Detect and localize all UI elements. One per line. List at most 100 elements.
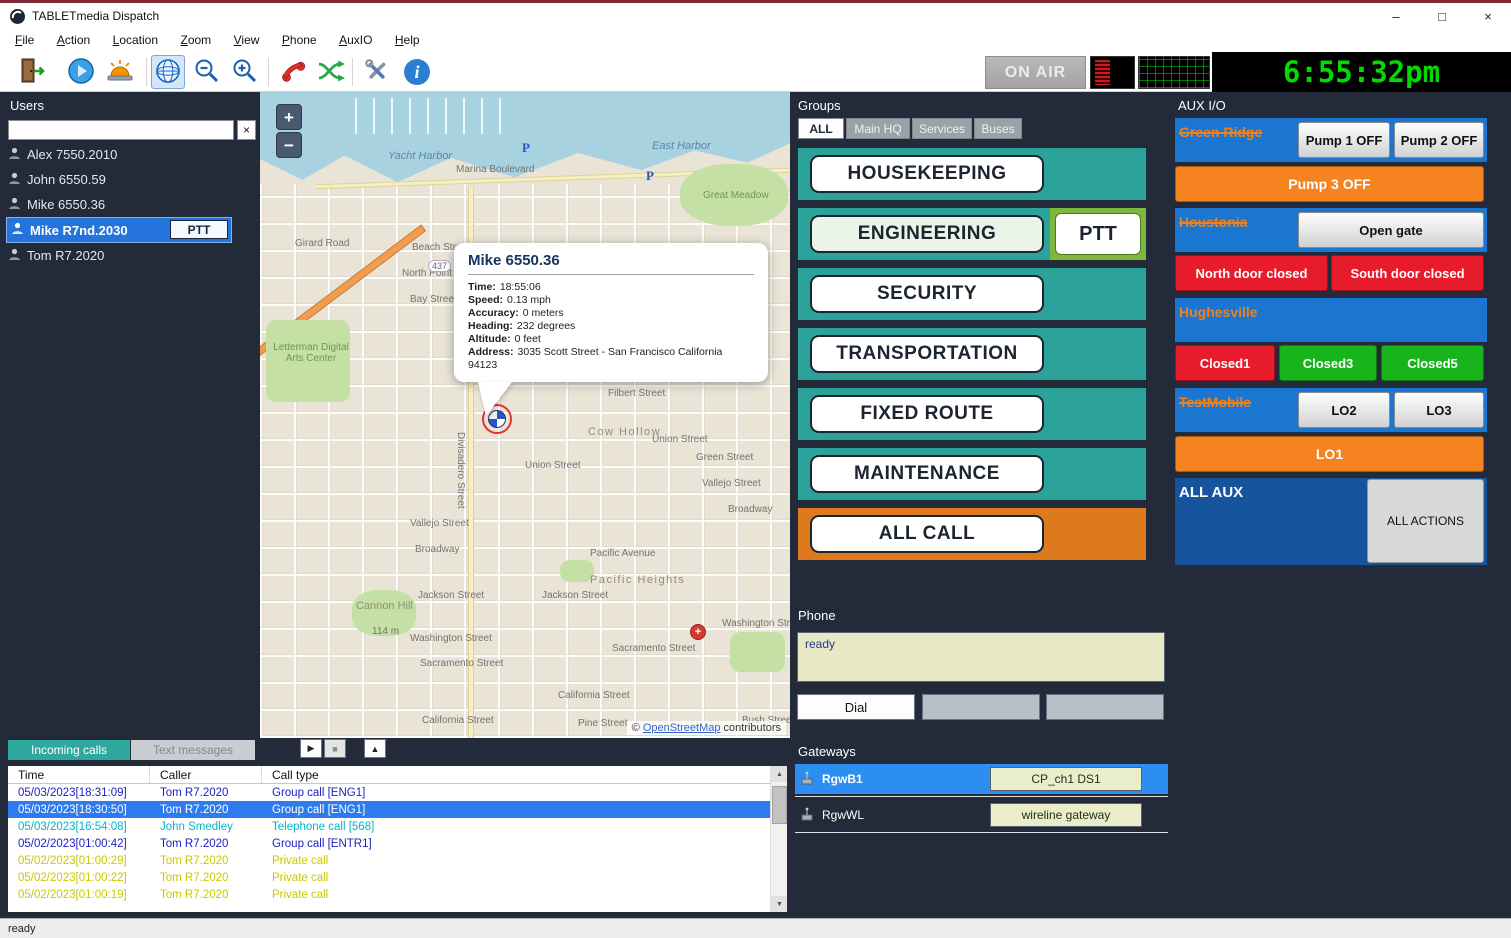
pump3-button[interactable]: Pump 3 OFF: [1175, 166, 1484, 202]
map-zoom-in-button[interactable]: +: [276, 104, 302, 130]
phone-blank-button[interactable]: [922, 694, 1040, 720]
phone-blank-button[interactable]: [1046, 694, 1164, 720]
search-clear-icon[interactable]: ×: [237, 120, 256, 140]
dial-button[interactable]: Dial: [797, 694, 915, 720]
column-time[interactable]: Time: [8, 766, 150, 783]
closed1-button[interactable]: Closed1: [1175, 345, 1275, 381]
scroll-down-icon[interactable]: ▼: [771, 896, 787, 912]
scroll-up-icon[interactable]: ▲: [771, 766, 787, 782]
group-row-all-call: ALL CALL: [798, 508, 1146, 560]
menu-location[interactable]: Location: [104, 30, 167, 52]
groups-tab-all[interactable]: ALL: [798, 118, 844, 139]
scroll-to-top-icon[interactable]: ▲: [364, 739, 386, 758]
column-call-type[interactable]: Call type: [262, 766, 787, 783]
red-phone-icon: [278, 57, 308, 88]
popup-field: Accuracy:0 meters: [468, 307, 754, 320]
maximize-button[interactable]: □: [1419, 3, 1465, 30]
closed5-button[interactable]: Closed5: [1381, 345, 1484, 381]
user-location-popup: Mike 6550.36 Time:18:55:06 Speed:0.13 mp…: [454, 243, 768, 382]
map-zoom-out-button[interactable]: −: [276, 132, 302, 158]
group-button-transportation[interactable]: TRANSPORTATION: [810, 335, 1044, 373]
aux-section-testmobile: TestMobile LO2 LO3: [1175, 388, 1487, 432]
users-list: Alex 7550.2010 John 6550.59 Mike 6550.36…: [0, 142, 260, 268]
playback-stop-icon[interactable]: ■: [324, 739, 346, 758]
open-gate-button[interactable]: Open gate: [1298, 212, 1484, 248]
on-air-indicator[interactable]: ON AIR: [985, 56, 1086, 89]
gateway-row-selected[interactable]: RgwB1 CP_ch1 DS1: [795, 764, 1168, 794]
tab-text-messages[interactable]: Text messages: [131, 740, 255, 760]
info-button[interactable]: i: [400, 55, 434, 89]
tab-incoming-calls[interactable]: Incoming calls: [8, 740, 130, 760]
call-row[interactable]: 05/02/2023[01:00:29]Tom R7.2020Private c…: [8, 852, 787, 869]
menu-auxio[interactable]: AuxIO: [330, 30, 381, 52]
calls-scrollbar[interactable]: ▲ ▼: [770, 766, 787, 912]
users-search-input[interactable]: [8, 120, 234, 140]
menu-action[interactable]: Action: [48, 30, 99, 52]
menu-phone[interactable]: Phone: [273, 30, 326, 52]
lo1-button[interactable]: LO1: [1175, 436, 1484, 472]
map-park-area: [680, 164, 788, 226]
map-canvas[interactable]: Yacht Harbor East Harbor Marina Boulevar…: [260, 92, 790, 738]
close-button[interactable]: ×: [1465, 3, 1511, 30]
column-caller[interactable]: Caller: [150, 766, 262, 783]
exit-door-icon: [19, 57, 47, 87]
osm-link[interactable]: OpenStreetMap: [643, 722, 721, 734]
telephone-button[interactable]: [276, 55, 310, 89]
call-row[interactable]: 05/03/2023[18:31:09]Tom R7.2020Group cal…: [8, 784, 787, 801]
alarm-button[interactable]: [103, 55, 137, 89]
lo2-button[interactable]: LO2: [1298, 392, 1390, 428]
settings-button[interactable]: [360, 55, 394, 89]
menu-help[interactable]: Help: [386, 30, 429, 52]
exit-button[interactable]: [16, 55, 50, 89]
user-list-item[interactable]: Alex 7550.2010: [0, 142, 260, 167]
call-row[interactable]: 05/02/2023[01:00:19]Tom R7.2020Private c…: [8, 886, 787, 903]
gateway-channel-button[interactable]: wireline gateway: [990, 803, 1142, 827]
group-button-engineering[interactable]: ENGINEERING: [810, 215, 1044, 253]
popup-field: Time:18:55:06: [468, 281, 754, 294]
group-button-housekeeping[interactable]: HOUSEKEEPING: [810, 155, 1044, 193]
group-button-maintenance[interactable]: MAINTENANCE: [810, 455, 1044, 493]
user-ptt-button[interactable]: PTT: [170, 220, 228, 239]
closed3-button[interactable]: Closed3: [1279, 345, 1377, 381]
user-list-item-selected[interactable]: Mike R7nd.2030 PTT: [6, 217, 232, 243]
south-door-button[interactable]: South door closed: [1331, 255, 1484, 291]
scrollbar-thumb[interactable]: [772, 786, 787, 824]
user-list-item[interactable]: John 6550.59: [0, 167, 260, 192]
patch-button[interactable]: [314, 55, 348, 89]
play-button[interactable]: [64, 55, 98, 89]
group-button-fixed-route[interactable]: FIXED ROUTE: [810, 395, 1044, 433]
user-list-item[interactable]: Mike 6550.36: [0, 192, 260, 217]
gateway-row[interactable]: RgwWL wireline gateway: [795, 800, 1168, 830]
pump2-button[interactable]: Pump 2 OFF: [1394, 122, 1484, 158]
zoom-out-icon: [193, 57, 221, 88]
group-ptt-button[interactable]: PTT: [1055, 213, 1141, 255]
minimize-button[interactable]: –: [1373, 3, 1419, 30]
call-row[interactable]: 05/02/2023[01:00:22]Tom R7.2020Private c…: [8, 869, 787, 886]
user-list-item[interactable]: Tom R7.2020: [0, 243, 260, 268]
all-actions-button[interactable]: ALL ACTIONS: [1367, 479, 1484, 563]
group-button-security[interactable]: SECURITY: [810, 275, 1044, 313]
zoom-in-button[interactable]: [228, 55, 262, 89]
status-bar: ready: [0, 918, 1511, 938]
menu-file[interactable]: File: [6, 30, 43, 52]
group-button-all-call[interactable]: ALL CALL: [810, 515, 1044, 553]
groups-tab-buses[interactable]: Buses: [974, 118, 1022, 139]
pump1-button[interactable]: Pump 1 OFF: [1298, 122, 1390, 158]
popup-field: Speed:0.13 mph: [468, 294, 754, 307]
groups-tab-main-hq[interactable]: Main HQ: [846, 118, 910, 139]
zoom-out-button[interactable]: [190, 55, 224, 89]
aux-section-green-ridge: Green Ridge Pump 1 OFF Pump 2 OFF: [1175, 118, 1487, 162]
groups-tab-services[interactable]: Services: [912, 118, 972, 139]
gateway-channel-button[interactable]: CP_ch1 DS1: [990, 767, 1142, 791]
cluster-marker[interactable]: +: [690, 624, 706, 640]
lo3-button[interactable]: LO3: [1394, 392, 1484, 428]
gateways-panel-title: Gateways: [798, 744, 856, 759]
call-row-selected[interactable]: 05/03/2023[18:30:50]Tom R7.2020Group cal…: [8, 801, 787, 818]
call-row[interactable]: 05/03/2023[16:54:08]John SmedleyTelephon…: [8, 818, 787, 835]
menu-zoom[interactable]: Zoom: [171, 30, 220, 52]
map-globe-button[interactable]: [151, 55, 185, 89]
menu-view[interactable]: View: [225, 30, 269, 52]
north-door-button[interactable]: North door closed: [1175, 255, 1328, 291]
call-row[interactable]: 05/02/2023[01:00:42]Tom R7.2020Group cal…: [8, 835, 787, 852]
playback-play-icon[interactable]: ▶: [300, 739, 322, 758]
